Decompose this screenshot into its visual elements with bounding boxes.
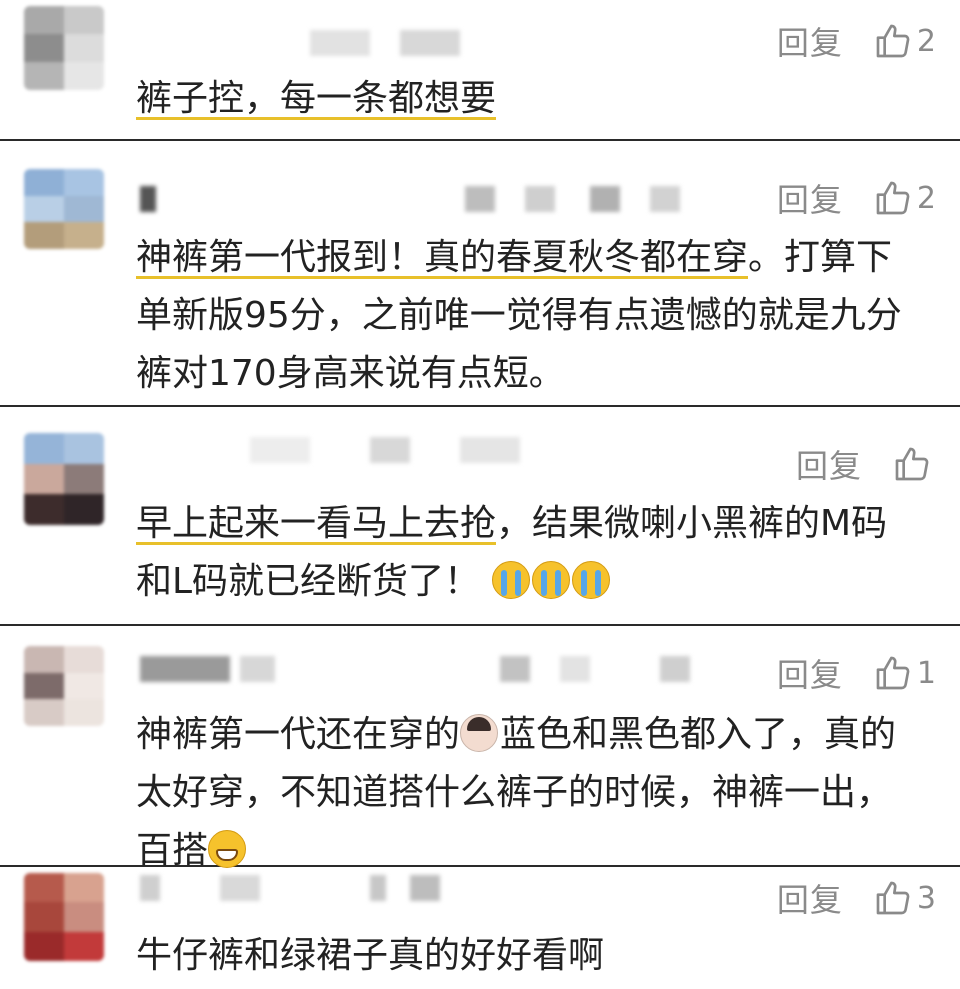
like-count: 1 xyxy=(916,655,936,691)
comment-text-part-1: 神裤第一代还在穿的 xyxy=(136,714,461,755)
like-button[interactable]: 2 xyxy=(873,178,936,218)
like-button[interactable]: 2 xyxy=(873,21,936,61)
reply-button[interactable]: 回复 xyxy=(777,18,843,64)
comment-text: 早上起来一看马上去抢，结果微喇小黑裤的M码和L码就已经断货了！ xyxy=(136,495,920,611)
blurred-username xyxy=(310,30,470,56)
reply-button[interactable]: 回复 xyxy=(777,175,843,221)
highlighted-text: 裤子控，每一条都想要 xyxy=(136,78,497,123)
thumbs-up-icon xyxy=(876,181,910,215)
thumbs-up-icon xyxy=(876,881,910,915)
blurred-username xyxy=(140,656,700,682)
blurred-username xyxy=(250,437,540,463)
like-button[interactable]: 1 xyxy=(873,653,936,693)
avatar[interactable] xyxy=(24,6,104,90)
comment-text-main: 牛仔裤和绿裙子真的好好看啊 xyxy=(136,935,605,976)
crying-face-icon xyxy=(491,561,530,599)
comment-actions: 回复 2 xyxy=(777,18,936,64)
reply-button[interactable]: 回复 xyxy=(796,441,862,487)
like-button[interactable] xyxy=(892,444,936,484)
comment-5: 回复 3 牛仔裤和绿裙子真的好好看啊 xyxy=(0,867,960,989)
comment-text: 牛仔裤和绿裙子真的好好看啊 xyxy=(136,927,920,985)
comment-actions: 回复 1 xyxy=(777,650,936,696)
avatar[interactable] xyxy=(24,873,104,961)
thumbs-up-icon xyxy=(876,656,910,690)
avatar[interactable] xyxy=(24,646,104,726)
thumbs-up-icon xyxy=(876,24,910,58)
comment-actions: 回复 2 xyxy=(777,175,936,221)
blurred-username xyxy=(140,186,700,212)
comment-1: 回复 2 裤子控，每一条都想要 xyxy=(0,0,960,141)
comment-actions: 回复 3 xyxy=(777,875,936,921)
avatar[interactable] xyxy=(24,169,104,249)
reply-button[interactable]: 回复 xyxy=(777,875,843,921)
comment-text: 裤子控，每一条都想要 xyxy=(136,70,920,128)
like-count: 3 xyxy=(916,880,936,916)
like-count: 2 xyxy=(916,23,936,59)
crying-face-icon xyxy=(571,561,610,599)
highlighted-text: 神裤第一代报到！真的春夏秋冬都在穿 xyxy=(136,237,749,282)
thumbs-up-icon xyxy=(895,447,929,481)
comment-4: 回复 1 神裤第一代还在穿的 蓝色和黑色都入了，真的太好穿，不知道搭什么裤子的时候… xyxy=(0,626,960,871)
comment-text: 神裤第一代报到！真的春夏秋冬都在穿。打算下单新版95分，之前唯一觉得有点遗憾的就… xyxy=(136,229,920,403)
comment-text: 神裤第一代还在穿的 蓝色和黑色都入了，真的太好穿，不知道搭什么裤子的时候，神裤一出… xyxy=(136,706,920,880)
like-count: 2 xyxy=(916,180,936,216)
comment-3: 回复 早上起来一看马上去抢，结果微喇小黑裤的M码和L码就已经断货了！ xyxy=(0,407,960,626)
comment-actions: 回复 xyxy=(796,441,936,487)
crying-face-icon xyxy=(531,561,570,599)
comment-2: 回复 2 神裤第一代报到！真的春夏秋冬都在穿。打算下单新版95分，之前唯一觉得有… xyxy=(0,141,960,407)
like-button[interactable]: 3 xyxy=(873,878,936,918)
reply-button[interactable]: 回复 xyxy=(777,650,843,696)
avatar[interactable] xyxy=(24,433,104,525)
highlighted-text: 早上起来一看马上去抢 xyxy=(136,503,497,548)
grinning-face-icon xyxy=(208,830,247,868)
person-facepalming-icon xyxy=(460,714,499,752)
blurred-username xyxy=(140,875,460,901)
